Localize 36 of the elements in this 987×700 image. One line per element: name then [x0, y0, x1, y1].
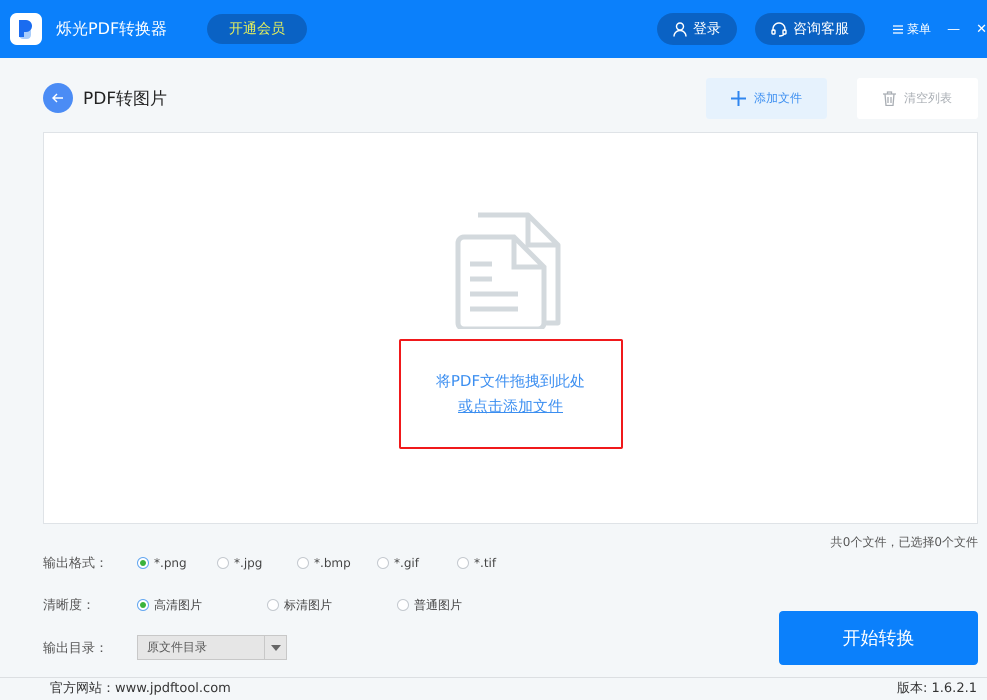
drop-hint: 将PDF文件拖拽到此处: [436, 372, 586, 391]
radio-option[interactable]: *.png: [137, 556, 217, 570]
app-logo-icon: [10, 13, 42, 45]
radio-option[interactable]: *.bmp: [297, 556, 377, 570]
caret-icon: [270, 644, 280, 650]
app-title: 烁光PDF转换器: [56, 18, 168, 40]
trash-icon: [883, 90, 896, 106]
back-button[interactable]: [43, 83, 73, 113]
start-convert-button[interactable]: 开始转换: [779, 611, 978, 665]
radio-option[interactable]: 高清图片: [137, 596, 267, 614]
login-button[interactable]: 登录: [657, 13, 738, 45]
option-label: 清晰度：: [43, 597, 96, 614]
option-label: 输出格式：: [43, 555, 109, 572]
vip-button[interactable]: 开通会员: [207, 14, 308, 44]
headset-icon: [771, 22, 788, 36]
website-text: 官方网站：www.jpdftool.com: [50, 682, 231, 696]
radio-option[interactable]: 标清图片: [267, 596, 397, 614]
add-file-link[interactable]: 或点击添加文件: [458, 397, 563, 416]
arrow-left-icon: [52, 93, 64, 103]
radio-option[interactable]: *.tif: [457, 556, 537, 570]
drop-zone[interactable]: 将PDF文件拖拽到此处 或点击添加文件: [43, 132, 978, 524]
radio-option[interactable]: *.jpg: [217, 556, 297, 570]
close-button[interactable]: ✕: [976, 22, 987, 36]
support-button[interactable]: 咨询客服: [755, 13, 866, 45]
radio-option[interactable]: 普通图片: [397, 596, 527, 614]
page-title: PDF转图片: [83, 88, 168, 110]
output-folder-dropdown[interactable]: 原文件目录: [137, 635, 287, 660]
option-label: 输出目录：: [43, 640, 109, 656]
version-text: 版本: 1.6.2.1: [897, 682, 977, 696]
menu-button[interactable]: 菜单: [893, 20, 932, 38]
menu-icon: [893, 24, 904, 34]
user-icon: [673, 22, 688, 36]
file-count: 共0个文件，已选择0个文件: [830, 534, 978, 551]
minimize-button[interactable]: —: [947, 22, 960, 36]
radio-option[interactable]: *.gif: [377, 556, 457, 570]
plus-icon: [731, 90, 746, 106]
